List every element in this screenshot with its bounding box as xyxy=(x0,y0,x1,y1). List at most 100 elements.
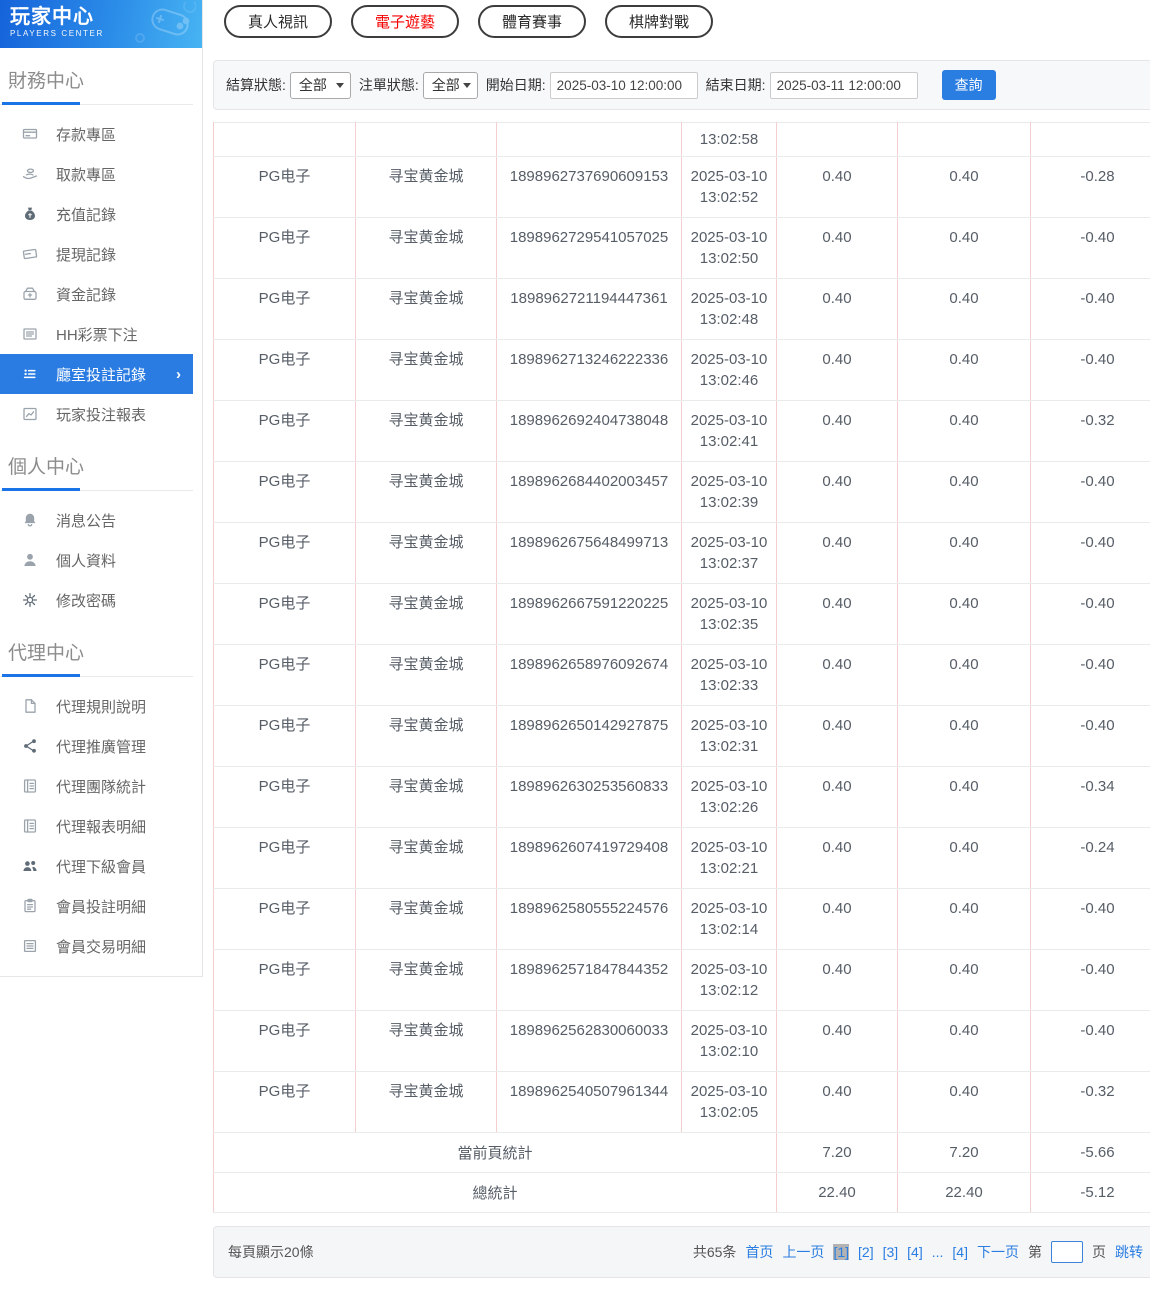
table-cell: -5.66 xyxy=(1030,1132,1150,1173)
table-cell: 1898962607419729408 xyxy=(496,827,682,889)
table-cell: PG电子 xyxy=(213,644,356,706)
table-cell: 0.40 xyxy=(776,339,898,401)
table-cell: PG电子 xyxy=(213,705,356,767)
jump-button[interactable]: 跳转 xyxy=(1115,1242,1143,1262)
table-cell: PG电子 xyxy=(213,522,356,584)
table-row: PG电子 寻宝黄金城 1898962713246222336 2025-03-10 13… xyxy=(213,339,1150,401)
next-page-link[interactable]: 下一页 xyxy=(977,1242,1019,1262)
table-cell: 1898962562830060033 xyxy=(496,1010,682,1072)
table-cell: 寻宝黄金城 xyxy=(355,766,497,828)
sidebar-item[interactable]: 代理報表明細 xyxy=(0,806,193,846)
table-cell: PG电子 xyxy=(213,278,356,340)
app-logo: 玩家中心 PLAYERS CENTER xyxy=(0,0,202,48)
sidebar-item-label: 代理推廣管理 xyxy=(56,738,147,756)
table-row: PG电子 寻宝黄金城 1898962737690609153 2025-03-10 13… xyxy=(213,156,1150,218)
sidebar-item[interactable]: 資金記錄 xyxy=(0,274,193,314)
sidebar-item[interactable]: 充值記錄 xyxy=(0,194,193,234)
sidebar-item[interactable]: 取款專區 xyxy=(0,154,193,194)
jump-suffix: 页 xyxy=(1092,1244,1106,1260)
sidebar-item[interactable]: 玩家投注報表 xyxy=(0,394,193,434)
table-cell: 2025-03-10 13:02:35 xyxy=(681,583,777,645)
settle-status-value: 全部 xyxy=(298,77,327,93)
sidebar: 玩家中心 PLAYERS CENTER 財務中心 存款專區 取款專區 充值記錄 … xyxy=(0,0,203,977)
table-cell: 0.40 xyxy=(776,644,898,706)
sidebar-item[interactable]: 廳室投註記錄 › xyxy=(0,354,193,394)
table-cell: 2025-03-10 13:02:52 xyxy=(681,156,777,218)
order-status-value: 全部 xyxy=(431,77,460,93)
sidebar-item-label: HH彩票下注 xyxy=(56,326,138,344)
table-cell: 22.40 xyxy=(776,1172,898,1213)
table-cell: 1898962721194447361 xyxy=(496,278,682,340)
table-cell: PG电子 xyxy=(213,766,356,828)
table-cell: 0.40 xyxy=(897,888,1031,950)
table-row-partial: 13:02:58 xyxy=(213,122,1150,157)
sidebar-item[interactable]: 代理團隊統計 xyxy=(0,766,193,806)
table-cell: 寻宝黄金城 xyxy=(355,278,497,340)
sidebar-item[interactable]: 個人資料 xyxy=(0,540,193,580)
table-row: PG电子 寻宝黄金城 1898962540507961344 2025-03-10 13… xyxy=(213,1071,1150,1133)
table-cell: -5.12 xyxy=(1030,1172,1150,1213)
table-cell: -0.40 xyxy=(1030,1010,1150,1072)
table-cell: PG电子 xyxy=(213,217,356,279)
tab-category[interactable]: 真人視訊 xyxy=(224,5,333,38)
page-link[interactable]: [4] xyxy=(907,1244,923,1260)
table-row: PG电子 寻宝黄金城 1898962721194447361 2025-03-10 13… xyxy=(213,278,1150,340)
table-cell: -0.28 xyxy=(1030,156,1150,218)
jump-page-input[interactable] xyxy=(1051,1241,1083,1263)
notice-icon xyxy=(21,512,39,528)
table-cell: 寻宝黄金城 xyxy=(355,400,497,462)
page-link-current[interactable]: [1] xyxy=(833,1244,850,1260)
sidebar-item[interactable]: 代理下級會員 xyxy=(0,846,193,886)
table-cell: 0.40 xyxy=(776,949,898,1011)
query-button[interactable]: 查詢 xyxy=(941,70,996,100)
tab-category[interactable]: 體育賽事 xyxy=(478,5,587,38)
table-cell: 0.40 xyxy=(776,888,898,950)
sidebar-item[interactable]: 代理規則說明 xyxy=(0,686,193,726)
sidebar-item-label: 廳室投註記錄 xyxy=(56,366,147,384)
table-cell: 2025-03-10 13:02:46 xyxy=(681,339,777,401)
table-cell: 0.40 xyxy=(776,400,898,462)
tab-active[interactable]: 電子遊藝 xyxy=(351,5,460,38)
table-cell: 0.40 xyxy=(776,1071,898,1133)
summary-label: 當前頁統計 xyxy=(213,1132,777,1173)
page-link[interactable]: [4] xyxy=(952,1244,968,1260)
table-row: PG电子 寻宝黄金城 1898962692404738048 2025-03-10 13… xyxy=(213,400,1150,462)
page-link[interactable]: [3] xyxy=(883,1244,899,1260)
table-cell: PG电子 xyxy=(213,827,356,889)
table-cell: 2025-03-10 13:02:21 xyxy=(681,827,777,889)
end-date-input[interactable] xyxy=(769,71,918,99)
sidebar-item[interactable]: 會員投註明細 xyxy=(0,886,193,926)
settle-status-select[interactable]: 全部 xyxy=(289,71,351,99)
sidebar-item-label: 提現記錄 xyxy=(56,246,117,264)
sidebar-item[interactable]: 消息公告 xyxy=(0,500,193,540)
sidebar-section-title: 個人中心 xyxy=(8,457,85,478)
sidebar-section-title: 代理中心 xyxy=(8,643,85,664)
table-cell: 1898962692404738048 xyxy=(496,400,682,462)
recharge-record-icon xyxy=(21,206,39,222)
sidebar-item[interactable]: 修改密碼 xyxy=(0,580,193,620)
table-cell: PG电子 xyxy=(213,461,356,523)
sidebar-item[interactable]: 代理推廣管理 xyxy=(0,726,193,766)
settle-status-label: 結算狀態: xyxy=(226,77,286,93)
tab-category[interactable]: 棋牌對戰 xyxy=(605,5,714,38)
section-divider xyxy=(0,488,193,491)
page-link[interactable]: [2] xyxy=(858,1244,874,1260)
table-cell xyxy=(355,122,497,157)
table-cell: 1898962580555224576 xyxy=(496,888,682,950)
prev-page-link[interactable]: 上一页 xyxy=(782,1242,824,1262)
table-cell: 寻宝黄金城 xyxy=(355,1071,497,1133)
sidebar-item[interactable]: 存款專區 xyxy=(0,114,193,154)
profile-icon xyxy=(21,552,39,568)
sidebar-item[interactable]: HH彩票下注 xyxy=(0,314,193,354)
table-cell: 2025-03-10 13:02:37 xyxy=(681,522,777,584)
table-cell: -0.40 xyxy=(1030,644,1150,706)
order-status-select[interactable]: 全部 xyxy=(422,71,478,99)
sidebar-item[interactable]: 會員交易明細 xyxy=(0,926,193,966)
category-tabs: 真人視訊 電子遊藝 體育賽事 棋牌對戰 xyxy=(213,0,1150,38)
start-date-input[interactable] xyxy=(549,71,698,99)
table-cell: 1898962713246222336 xyxy=(496,339,682,401)
sidebar-item[interactable]: 提現記錄 xyxy=(0,234,193,274)
table-cell: 1898962571847844352 xyxy=(496,949,682,1011)
first-page-link[interactable]: 首页 xyxy=(745,1242,773,1262)
sidebar-section: 財務中心 存款專區 取款專區 充值記錄 提現記錄 資金記錄 HH彩票下注 廳室投… xyxy=(0,48,202,434)
